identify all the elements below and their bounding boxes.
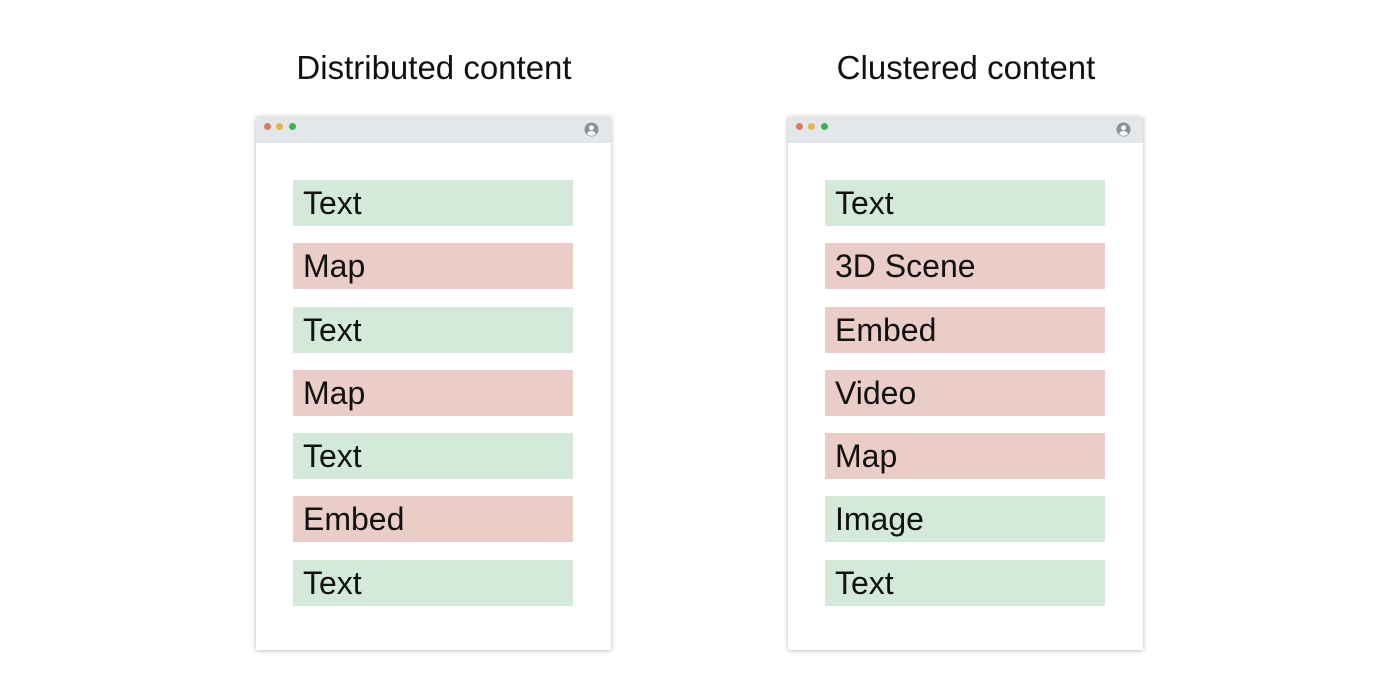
window-minimize-dot-icon [276, 123, 283, 130]
content-block-map: Map [293, 243, 573, 290]
content-block-embed: Embed [825, 306, 1105, 353]
content-block-text: Text [825, 180, 1105, 226]
content-block-text: Text [293, 306, 573, 353]
content-block-map: Map [825, 433, 1105, 480]
panel-title: Distributed content [296, 49, 572, 86]
user-avatar-icon [584, 122, 599, 137]
content-block-3d-scene: 3D Scene [825, 243, 1105, 290]
window-titlebar [788, 117, 1143, 143]
content-block-list: Text 3D Scene Embed Video Map Image Text [825, 180, 1105, 623]
content-block-text: Text [293, 180, 573, 226]
browser-window: Text 3D Scene Embed Video Map Image Text [788, 117, 1143, 650]
content-block-embed: Embed [293, 496, 573, 543]
window-close-dot-icon [264, 123, 271, 130]
content-block-list: Text Map Text Map Text Embed Text [293, 180, 573, 623]
content-block-text: Text [825, 559, 1105, 606]
window-minimize-dot-icon [808, 123, 815, 130]
browser-window: Text Map Text Map Text Embed Text [256, 117, 611, 650]
content-block-map: Map [293, 369, 573, 416]
content-block-video: Video [825, 369, 1105, 416]
window-close-dot-icon [796, 123, 803, 130]
content-block-text: Text [293, 433, 573, 480]
window-maximize-dot-icon [821, 123, 828, 130]
content-block-text: Text [293, 559, 573, 606]
content-block-image: Image [825, 496, 1105, 543]
window-titlebar [256, 117, 611, 143]
window-maximize-dot-icon [289, 123, 296, 130]
user-avatar-icon [1116, 122, 1131, 137]
panel-title: Clustered content [836, 49, 1096, 86]
